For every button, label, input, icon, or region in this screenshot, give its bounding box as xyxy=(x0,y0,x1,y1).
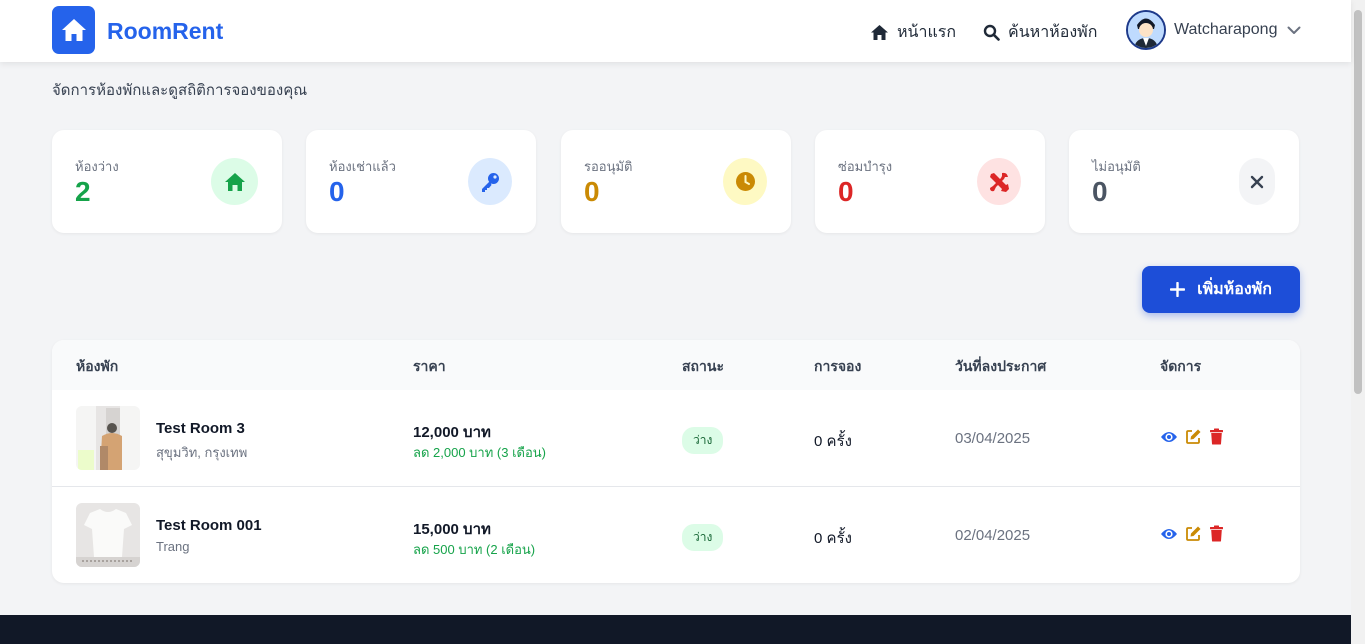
stat-value: 0 xyxy=(329,176,345,207)
page-footer xyxy=(0,615,1351,644)
delete-button[interactable] xyxy=(1209,428,1224,445)
room-name[interactable]: Test Room 001 xyxy=(156,517,262,534)
tools-icon xyxy=(990,172,1009,192)
delete-button[interactable] xyxy=(1209,525,1224,542)
stat-value: 0 xyxy=(838,176,854,207)
col-header-bookings: การจอง xyxy=(814,358,862,374)
status-badge: ว่าง xyxy=(682,427,724,454)
stat-label: ซ่อมบำรุง xyxy=(838,159,893,174)
clock-icon xyxy=(735,172,755,191)
room-discount: ลด 500 บาท (2 เดือน) xyxy=(413,542,536,557)
stat-icon-wrap xyxy=(468,158,512,205)
stat-label: ห้องว่าง xyxy=(75,159,119,174)
plus-icon xyxy=(1170,282,1186,297)
search-icon xyxy=(983,24,1000,41)
edit-button[interactable] xyxy=(1185,428,1202,445)
key-icon xyxy=(482,172,499,192)
stat-card-available: ห้องว่าง 2 xyxy=(52,130,282,233)
view-button[interactable] xyxy=(1160,430,1178,444)
room-price: 12,000 บาท xyxy=(413,424,491,441)
scrollbar-thumb[interactable] xyxy=(1354,10,1362,394)
table-row: Test Room 3 สุขุมวิท, กรุงเทพ 12,000 บาท… xyxy=(52,390,1300,487)
stat-label: ห้องเช่าแล้ว xyxy=(329,159,396,174)
avatar-image xyxy=(1128,12,1164,48)
room-thumbnail[interactable] xyxy=(76,503,140,567)
user-menu[interactable]: Watcharapong xyxy=(1126,10,1301,50)
stat-card-rented: ห้องเช่าแล้ว 0 xyxy=(306,130,536,233)
col-header-price: ราคา xyxy=(413,358,446,374)
navbar: RoomRent หน้าแรก ค้นหาห้องพัก Watcharapo… xyxy=(0,0,1351,62)
brand-logo[interactable] xyxy=(52,6,95,54)
room-location: สุขุมวิท, กรุงเทพ xyxy=(156,445,248,460)
room-thumbnail[interactable] xyxy=(76,406,140,470)
stat-card-rejected: ไม่อนุมัติ 0 xyxy=(1069,130,1299,233)
stat-card-maintenance: ซ่อมบำรุง 0 xyxy=(815,130,1045,233)
stat-label: ไม่อนุมัติ xyxy=(1092,159,1141,174)
close-icon xyxy=(1250,175,1264,188)
user-name: Watcharapong xyxy=(1174,21,1278,38)
add-room-button[interactable]: เพิ่มห้องพัก xyxy=(1142,266,1300,313)
stat-value: 0 xyxy=(584,176,600,207)
home-icon xyxy=(871,25,888,40)
stat-icon-wrap xyxy=(977,158,1021,205)
nav-search-label: ค้นหาห้องพัก xyxy=(1008,24,1098,41)
row-actions xyxy=(1160,428,1224,445)
trash-icon xyxy=(1210,428,1223,445)
stat-card-pending: รออนุมัติ 0 xyxy=(561,130,791,233)
room-photo xyxy=(76,503,140,567)
col-header-date: วันที่ลงประกาศ xyxy=(955,358,1047,374)
nav-home-link[interactable]: หน้าแรก xyxy=(870,20,956,45)
booking-count: 0 ครั้ง xyxy=(814,433,852,450)
stat-icon-wrap xyxy=(211,158,258,205)
stat-icon-wrap xyxy=(723,158,767,205)
col-header-status: สถานะ xyxy=(682,358,724,374)
room-photo xyxy=(76,406,140,470)
nav-search-link[interactable]: ค้นหาห้องพัก xyxy=(983,20,1097,45)
nav-home-label: หน้าแรก xyxy=(897,24,957,41)
col-header-actions: จัดการ xyxy=(1160,358,1202,374)
avatar xyxy=(1126,10,1166,50)
room-location: Trang xyxy=(156,539,190,554)
room-discount: ลด 2,000 บาท (3 เดือน) xyxy=(413,445,546,460)
room-price: 15,000 บาท xyxy=(413,521,491,538)
eye-icon xyxy=(1161,528,1177,539)
stat-icon-wrap xyxy=(1239,158,1275,205)
edit-icon xyxy=(1186,429,1201,444)
add-room-label: เพิ่มห้องพัก xyxy=(1197,281,1272,298)
listed-date: 02/04/2025 xyxy=(955,527,1031,544)
brand-name[interactable]: RoomRent xyxy=(107,18,223,45)
col-header-room: ห้องพัก xyxy=(76,358,119,374)
view-button[interactable] xyxy=(1160,527,1178,541)
edit-icon xyxy=(1186,526,1201,541)
rooms-table: ห้องพัก ราคา สถานะ การจอง วันที่ลงประกาศ… xyxy=(52,340,1300,583)
house-icon xyxy=(61,19,86,41)
stat-label: รออนุมัติ xyxy=(584,159,633,174)
edit-button[interactable] xyxy=(1185,525,1202,542)
page-subtitle: จัดการห้องพักและดูสถิติการจองของคุณ xyxy=(52,82,308,99)
room-name[interactable]: Test Room 3 xyxy=(156,420,245,437)
stat-value: 0 xyxy=(1092,176,1108,207)
status-badge: ว่าง xyxy=(682,524,724,551)
table-header: ห้องพัก ราคา สถานะ การจอง วันที่ลงประกาศ… xyxy=(52,340,1300,390)
row-actions xyxy=(1160,525,1224,542)
booking-count: 0 ครั้ง xyxy=(814,530,852,547)
stat-value: 2 xyxy=(75,176,91,207)
page-scrollbar[interactable] xyxy=(1351,0,1365,644)
eye-icon xyxy=(1161,431,1177,442)
home-icon xyxy=(224,172,245,191)
listed-date: 03/04/2025 xyxy=(955,430,1031,447)
table-row: Test Room 001 Trang 15,000 บาท ลด 500 บา… xyxy=(52,487,1300,583)
trash-icon xyxy=(1210,525,1223,542)
chevron-down-icon xyxy=(1287,26,1301,34)
